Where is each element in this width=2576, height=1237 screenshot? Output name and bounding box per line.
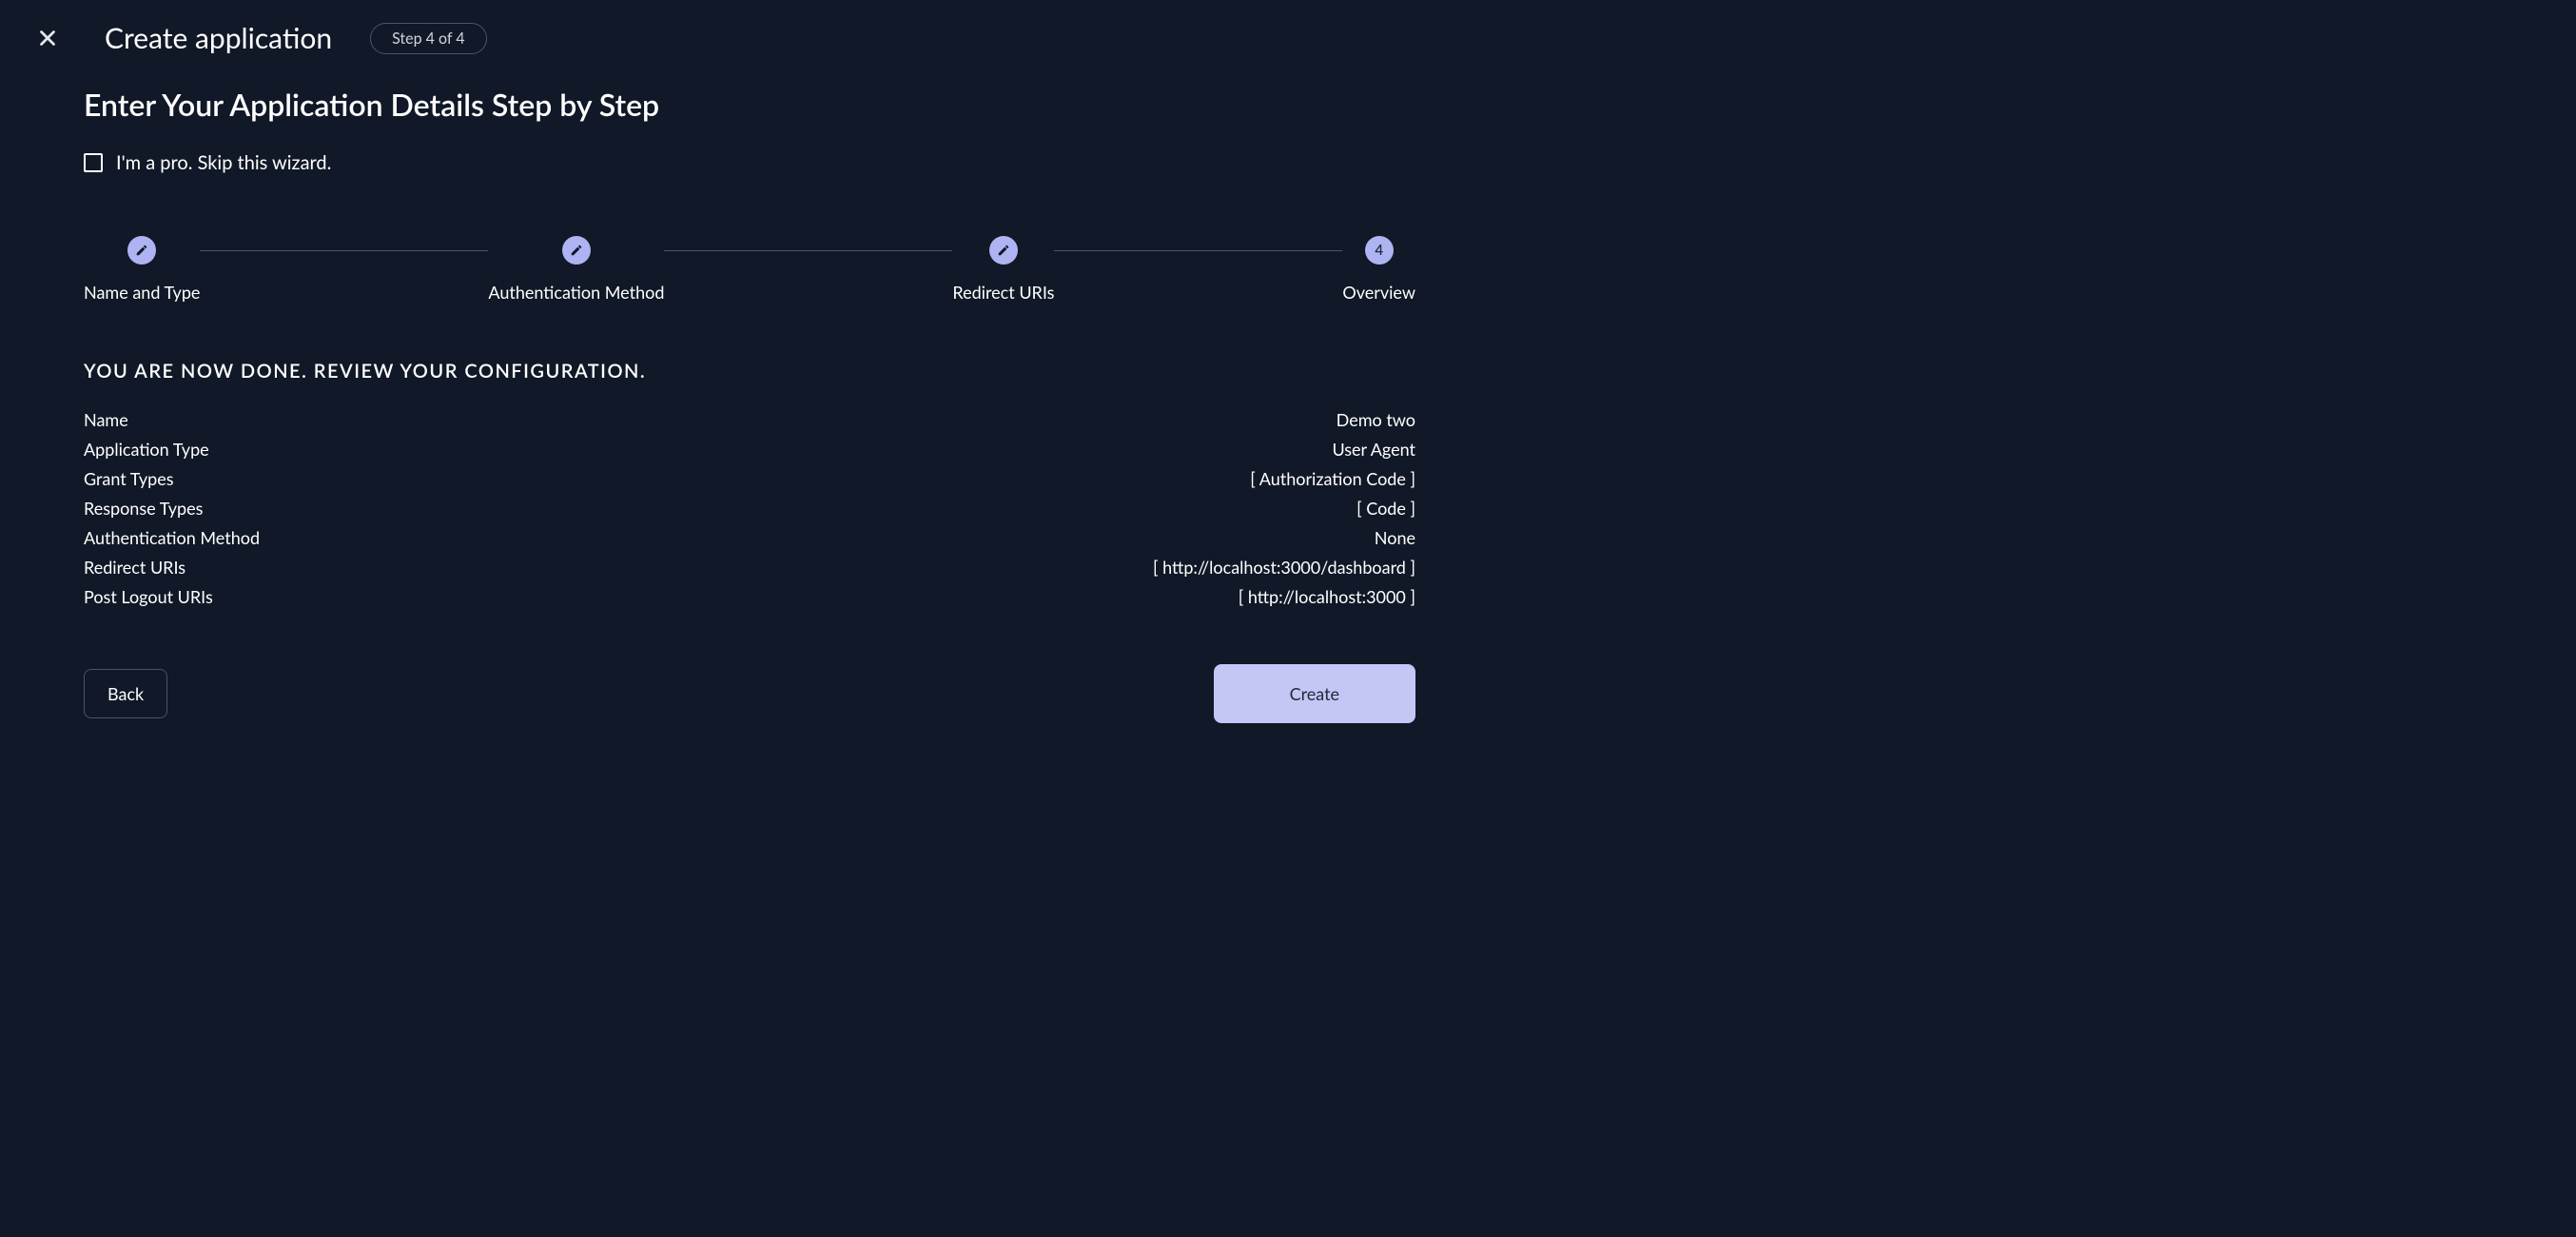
summary-label: Post Logout URIs	[84, 586, 213, 607]
summary-row-post-logout-uris: Post Logout URIs [ http://localhost:3000…	[84, 586, 1415, 607]
review-heading: You are now done. Review your configurat…	[84, 360, 1415, 383]
summary-value: [ Code ]	[1356, 498, 1415, 519]
step-redirect-uris[interactable]: Redirect URIs	[952, 236, 1054, 303]
summary-label: Name	[84, 409, 128, 430]
summary-list: Name Demo two Application Type User Agen…	[84, 409, 1415, 607]
back-button[interactable]: Back	[84, 669, 167, 718]
summary-value: User Agent	[1332, 439, 1415, 460]
summary-row-redirect-uris: Redirect URIs [ http://localhost:3000/da…	[84, 557, 1415, 578]
step-number: 4	[1365, 236, 1394, 265]
summary-row-application-type: Application Type User Agent	[84, 439, 1415, 460]
step-connector	[200, 250, 488, 251]
summary-label: Grant Types	[84, 468, 174, 489]
step-label: Authentication Method	[488, 282, 664, 303]
summary-value: [ http://localhost:3000/dashboard ]	[1153, 557, 1415, 578]
summary-value: None	[1375, 527, 1415, 548]
summary-row-grant-types: Grant Types [ Authorization Code ]	[84, 468, 1415, 489]
summary-label: Application Type	[84, 439, 209, 460]
skip-wizard-label: I'm a pro. Skip this wizard.	[116, 151, 331, 174]
step-overview[interactable]: 4 Overview	[1342, 236, 1415, 303]
step-label: Name and Type	[84, 282, 200, 303]
step-label: Redirect URIs	[952, 282, 1054, 303]
step-label: Overview	[1342, 282, 1415, 303]
summary-label: Response Types	[84, 498, 203, 519]
step-name-and-type[interactable]: Name and Type	[84, 236, 200, 303]
summary-label: Redirect URIs	[84, 557, 185, 578]
step-connector	[1054, 250, 1342, 251]
summary-value: [ http://localhost:3000 ]	[1239, 586, 1415, 607]
pencil-icon	[127, 236, 156, 265]
step-authentication-method[interactable]: Authentication Method	[488, 236, 664, 303]
stepper: Name and Type Authentication Method Redi…	[84, 236, 1415, 303]
step-badge: Step 4 of 4	[370, 23, 487, 54]
summary-row-authentication-method: Authentication Method None	[84, 527, 1415, 548]
pencil-icon	[562, 236, 591, 265]
summary-value: Demo two	[1337, 409, 1415, 430]
close-icon[interactable]	[29, 19, 67, 57]
create-button[interactable]: Create	[1214, 664, 1415, 723]
step-connector	[664, 250, 952, 251]
skip-wizard-checkbox[interactable]: I'm a pro. Skip this wizard.	[84, 151, 1415, 174]
page-title: Create application	[105, 21, 332, 55]
summary-value: [ Authorization Code ]	[1250, 468, 1415, 489]
wizard-heading: Enter Your Application Details Step by S…	[84, 86, 1415, 123]
checkbox-icon	[84, 153, 103, 172]
pencil-icon	[989, 236, 1018, 265]
summary-row-response-types: Response Types [ Code ]	[84, 498, 1415, 519]
summary-row-name: Name Demo two	[84, 409, 1415, 430]
summary-label: Authentication Method	[84, 527, 260, 548]
